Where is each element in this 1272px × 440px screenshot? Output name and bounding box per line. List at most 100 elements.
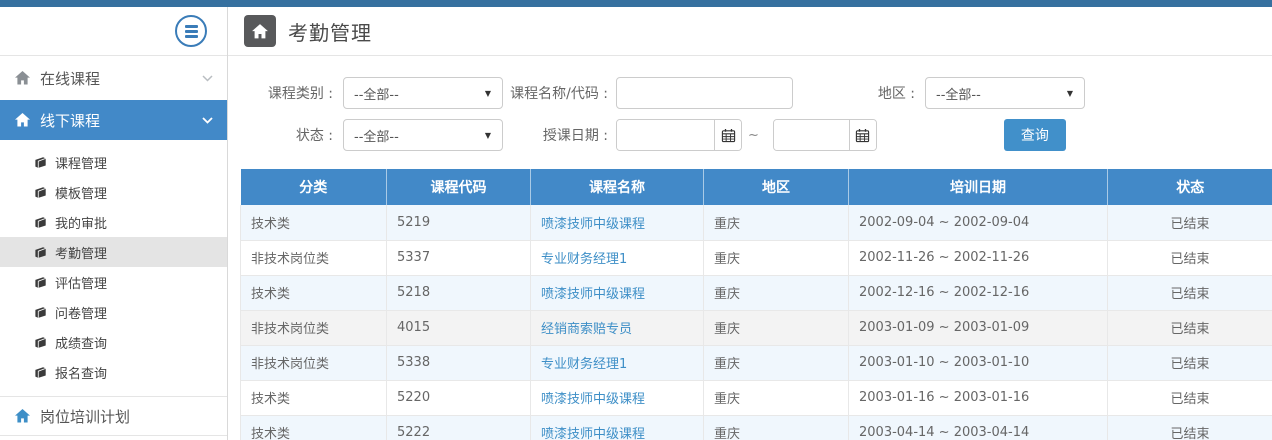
sidebar-item-online-courses[interactable]: 在线课程 (0, 56, 227, 100)
cell-region: 重庆 (704, 310, 849, 345)
category-label: 课程类别 : (241, 83, 333, 103)
course-name-link[interactable]: 喷漆技师中级课程 (541, 217, 645, 232)
submenu-item-label: 考勤管理 (55, 243, 107, 262)
submenu-item-label: 课程管理 (55, 153, 107, 172)
courses-table: 分类 课程代码 课程名称 地区 培训日期 状态 技术类 5219 喷漆技师中级课… (240, 169, 1272, 440)
status-select-value: --全部-- (354, 126, 399, 145)
cell-status: 已结束 (1108, 345, 1272, 380)
cell-status: 已结束 (1108, 310, 1272, 345)
col-category: 分类 (241, 169, 387, 205)
cell-course-code: 5338 (387, 345, 531, 380)
filter-row-2: 状态 : --全部-- ▼ 授课日期 : (228, 119, 1272, 151)
course-name-link[interactable]: 喷漆技师中级课程 (541, 287, 645, 302)
submenu-item[interactable]: 报名查询 (0, 357, 227, 387)
table-row: 非技术岗位类 4015 经销商索赔专员 重庆 2003-01-09 ~ 2003… (241, 310, 1272, 345)
menu-toggle-button[interactable] (175, 15, 207, 47)
book-icon (34, 366, 47, 379)
table-row: 技术类 5218 喷漆技师中级课程 重庆 2002-12-16 ~ 2002-1… (241, 275, 1272, 310)
cell-status: 已结束 (1108, 415, 1272, 440)
col-training-dates: 培训日期 (849, 169, 1108, 205)
status-label: 状态 : (241, 125, 333, 145)
region-label: 地区 : (793, 83, 915, 103)
sidebar-item-offline-courses[interactable]: 线下课程 (0, 100, 227, 140)
home-icon (14, 112, 31, 128)
sidebar-toggle-row (0, 7, 227, 56)
status-select[interactable]: --全部-- ▼ (343, 119, 503, 151)
table-header-row: 分类 课程代码 课程名称 地区 培训日期 状态 (241, 169, 1272, 205)
book-icon (34, 306, 47, 319)
date-to-input[interactable] (774, 120, 849, 150)
cell-category: 技术类 (241, 380, 387, 415)
submenu-item[interactable]: 考勤管理 (0, 237, 227, 267)
course-name-link[interactable]: 喷漆技师中级课程 (541, 427, 645, 440)
home-icon (14, 70, 31, 86)
course-name-link[interactable]: 专业财务经理1 (541, 357, 627, 372)
submenu-item-label: 模板管理 (55, 183, 107, 202)
cell-status: 已结束 (1108, 380, 1272, 415)
sidebar-item-label: 在线课程 (40, 68, 100, 89)
cell-course-code: 5220 (387, 380, 531, 415)
submenu-item-label: 成绩查询 (55, 333, 107, 352)
region-select[interactable]: --全部-- ▼ (925, 77, 1085, 109)
category-select-value: --全部-- (354, 84, 399, 103)
submenu-item[interactable]: 我的审批 (0, 207, 227, 237)
course-name-label: 课程名称/代码 : (503, 83, 608, 103)
col-course-code: 课程代码 (387, 169, 531, 205)
cell-training-dates: 2003-01-16 ~ 2003-01-16 (849, 380, 1108, 415)
cell-course-code: 5219 (387, 205, 531, 240)
cell-region: 重庆 (704, 240, 849, 275)
chevron-down-icon (202, 117, 213, 124)
table-row: 非技术岗位类 5338 专业财务经理1 重庆 2003-01-10 ~ 2003… (241, 345, 1272, 380)
cell-region: 重庆 (704, 205, 849, 240)
col-status: 状态 (1108, 169, 1272, 205)
cell-region: 重庆 (704, 380, 849, 415)
book-icon (34, 276, 47, 289)
submenu-item[interactable]: 评估管理 (0, 267, 227, 297)
col-course-name: 课程名称 (531, 169, 704, 205)
submenu-item[interactable]: 模板管理 (0, 177, 227, 207)
cell-status: 已结束 (1108, 240, 1272, 275)
cell-status: 已结束 (1108, 205, 1272, 240)
cell-status: 已结束 (1108, 275, 1272, 310)
cell-training-dates: 2002-12-16 ~ 2002-12-16 (849, 275, 1108, 310)
hamburger-icon (185, 25, 198, 28)
calendar-icon[interactable] (849, 120, 876, 150)
submenu-item[interactable]: 课程管理 (0, 147, 227, 177)
cell-training-dates: 2003-01-10 ~ 2003-01-10 (849, 345, 1108, 380)
date-from-input[interactable] (617, 120, 714, 150)
select-caret-icon: ▼ (485, 89, 491, 98)
cell-training-dates: 2002-11-26 ~ 2002-11-26 (849, 240, 1108, 275)
book-icon (34, 186, 47, 199)
category-select[interactable]: --全部-- ▼ (343, 77, 503, 109)
submenu-item-label: 问卷管理 (55, 303, 107, 322)
sidebar-item-label: 岗位培训计划 (40, 406, 130, 427)
home-icon (251, 23, 269, 40)
region-select-value: --全部-- (936, 84, 981, 103)
cell-training-dates: 2003-04-14 ~ 2003-04-14 (849, 415, 1108, 440)
col-region: 地区 (704, 169, 849, 205)
cell-course-code: 4015 (387, 310, 531, 345)
course-name-link[interactable]: 喷漆技师中级课程 (541, 392, 645, 407)
cell-course-code: 5337 (387, 240, 531, 275)
course-name-input[interactable] (616, 77, 793, 109)
search-button[interactable]: 查询 (1004, 119, 1066, 151)
cell-category: 技术类 (241, 275, 387, 310)
page-icon-badge (244, 15, 276, 47)
table-row: 技术类 5222 喷漆技师中级课程 重庆 2003-04-14 ~ 2003-0… (241, 415, 1272, 440)
table-row: 技术类 5219 喷漆技师中级课程 重庆 2002-09-04 ~ 2002-0… (241, 205, 1272, 240)
course-date-label: 授课日期 : (503, 125, 608, 145)
offline-courses-submenu: 课程管理 模板管理 我的审批 (0, 140, 227, 394)
calendar-icon[interactable] (714, 120, 741, 150)
cell-region: 重庆 (704, 345, 849, 380)
cell-category: 非技术岗位类 (241, 310, 387, 345)
table-row: 非技术岗位类 5337 专业财务经理1 重庆 2002-11-26 ~ 2002… (241, 240, 1272, 275)
course-name-link[interactable]: 经销商索赔专员 (541, 322, 632, 337)
cell-category: 技术类 (241, 205, 387, 240)
sidebar-item-job-training-plan[interactable]: 岗位培训计划 (0, 396, 227, 436)
submenu-item[interactable]: 成绩查询 (0, 327, 227, 357)
submenu-item[interactable]: 问卷管理 (0, 297, 227, 327)
cell-training-dates: 2003-01-09 ~ 2003-01-09 (849, 310, 1108, 345)
course-name-link[interactable]: 专业财务经理1 (541, 252, 627, 267)
book-icon (34, 156, 47, 169)
book-icon (34, 216, 47, 229)
